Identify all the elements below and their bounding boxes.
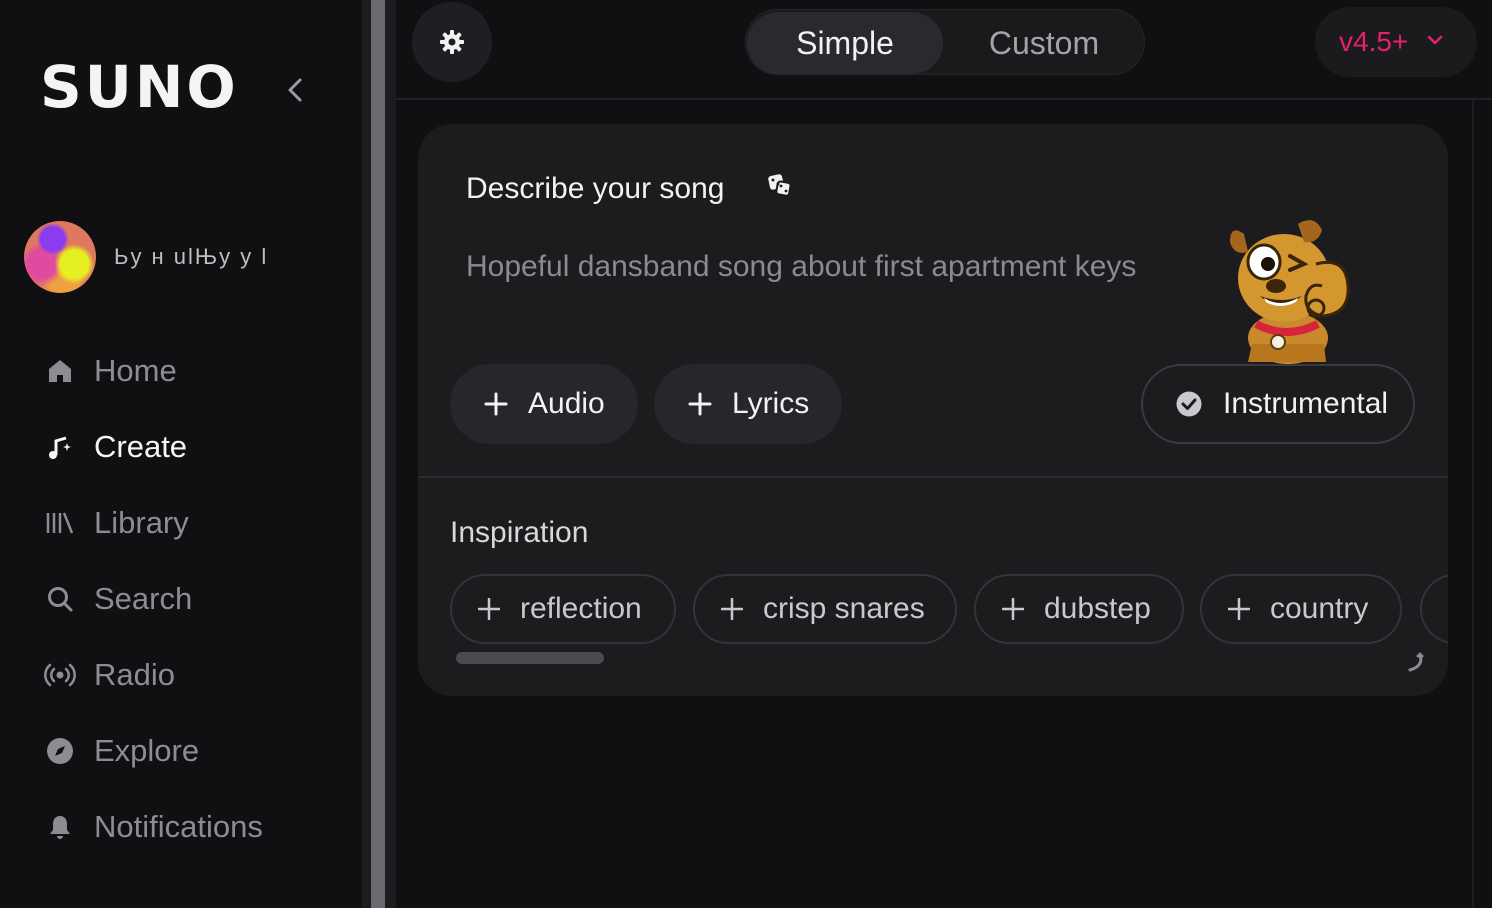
mode-custom-button[interactable]: Custom xyxy=(946,12,1142,74)
right-panel-divider xyxy=(1472,100,1474,908)
avatar[interactable] xyxy=(24,221,96,293)
bell-icon xyxy=(44,811,76,843)
search-icon xyxy=(44,583,76,615)
plus-icon xyxy=(1002,598,1024,620)
add-lyrics-label: Lyrics xyxy=(732,387,810,420)
mode-toggle: Simple Custom xyxy=(745,9,1145,75)
sidebar-item-label: Search xyxy=(94,581,193,616)
chevron-left-icon xyxy=(288,78,302,102)
sidebar-item-label: Explore xyxy=(94,733,200,768)
plus-icon xyxy=(721,598,743,620)
inspiration-chip[interactable]: crisp snares xyxy=(693,574,957,644)
sidebar-item-label: Library xyxy=(94,505,189,540)
sidebar-item-label: Radio xyxy=(94,657,175,692)
song-description-input[interactable]: Hopeful dansband song about first apartm… xyxy=(466,250,1136,284)
sidebar-item-library[interactable]: Library xyxy=(0,485,362,561)
user-profile[interactable]: Ьу н ulЊу у l xyxy=(24,221,268,293)
gear-icon xyxy=(440,30,464,54)
chip-label: reflection xyxy=(520,592,642,625)
sidebar-item-label: Home xyxy=(94,353,177,388)
sidebar-item-label: Notifications xyxy=(94,809,263,844)
suno-logo[interactable]: SUNO xyxy=(40,58,239,116)
sidebar-nav: Home Create Library Search Radio Explore… xyxy=(0,333,362,865)
compass-icon xyxy=(44,735,76,767)
collapse-sidebar-button[interactable] xyxy=(282,74,310,106)
inspiration-chip[interactable]: reflection xyxy=(450,574,676,644)
create-card: Describe your song Hopeful dansband song… xyxy=(418,124,1448,696)
plus-icon xyxy=(1228,598,1250,620)
sidebar-item-label: Create xyxy=(94,429,188,464)
check-circle-icon xyxy=(1175,390,1203,418)
sidebar-scrollbar[interactable] xyxy=(362,0,396,908)
divider xyxy=(418,476,1448,478)
sidebar-item-notifications[interactable]: Notifications xyxy=(0,789,362,865)
chevron-down-icon xyxy=(1426,33,1444,51)
username: Ьу н ulЊу у l xyxy=(114,244,269,269)
sidebar-item-radio[interactable]: Radio xyxy=(0,637,362,713)
plus-icon xyxy=(688,392,712,416)
dog-mascot-icon xyxy=(1230,220,1350,364)
chip-label: country xyxy=(1270,592,1369,625)
chip-label: crisp snares xyxy=(763,592,925,625)
radio-icon xyxy=(44,659,76,691)
home-icon xyxy=(44,355,76,387)
dice-icon[interactable] xyxy=(766,172,794,205)
instrumental-toggle[interactable]: Instrumental xyxy=(1141,364,1415,444)
library-icon xyxy=(44,507,76,539)
plus-icon xyxy=(484,392,508,416)
resize-handle-icon[interactable] xyxy=(1402,650,1426,679)
sidebar: SUNO Ьу н ulЊу у l Home Create Library S… xyxy=(0,0,362,908)
inspiration-chip[interactable]: dubstep xyxy=(974,574,1184,644)
add-audio-button[interactable]: Audio xyxy=(450,364,638,444)
instrumental-label: Instrumental xyxy=(1223,387,1389,420)
plus-icon xyxy=(478,598,500,620)
add-audio-label: Audio xyxy=(528,387,605,420)
add-lyrics-button[interactable]: Lyrics xyxy=(654,364,842,444)
mode-simple-button[interactable]: Simple xyxy=(747,12,943,74)
model-version-select[interactable]: v4.5+ xyxy=(1315,7,1477,77)
inspiration-chips: reflection crisp snares dubstep country xyxy=(450,574,1448,646)
settings-button[interactable] xyxy=(412,2,492,82)
sidebar-item-home[interactable]: Home xyxy=(0,333,362,409)
chips-scrollbar[interactable] xyxy=(456,652,604,664)
create-music-icon xyxy=(44,431,76,463)
top-bar: Simple Custom v4.5+ xyxy=(396,0,1492,100)
sidebar-item-create[interactable]: Create xyxy=(0,409,362,485)
inspiration-title: Inspiration xyxy=(450,516,589,549)
sidebar-item-explore[interactable]: Explore xyxy=(0,713,362,789)
inspiration-chip[interactable]: country xyxy=(1200,574,1402,644)
inspiration-chip-partial[interactable] xyxy=(1420,574,1448,644)
describe-title: Describe your song xyxy=(466,172,725,205)
chip-label: dubstep xyxy=(1044,592,1151,625)
sidebar-item-search[interactable]: Search xyxy=(0,561,362,637)
version-label: v4.5+ xyxy=(1339,26,1409,57)
